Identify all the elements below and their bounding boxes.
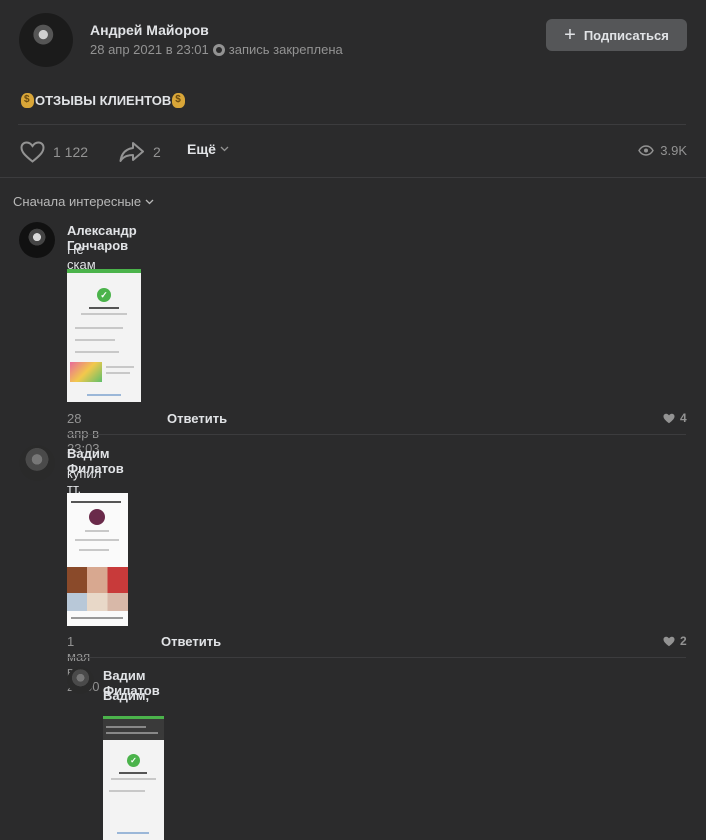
comment-image-screenshot[interactable]: ✓ <box>103 716 164 840</box>
comment-image-screenshot[interactable] <box>67 493 128 626</box>
image-line <box>85 530 109 532</box>
image-line <box>109 790 145 792</box>
views: 3.9K <box>638 143 687 158</box>
image-line <box>71 501 121 503</box>
heart-icon <box>20 141 45 163</box>
comment-avatar[interactable] <box>19 222 55 258</box>
image-line <box>106 372 130 374</box>
post-meta: 28 апр 2021 в 23:01 запись закреплена <box>90 42 343 57</box>
more-label: Ещё <box>187 141 216 157</box>
image-line <box>111 778 156 780</box>
post-text-content: ОТЗЫВЫ КЛИЕНТОВ <box>35 93 172 108</box>
plus-icon: + <box>564 24 576 46</box>
heart-icon <box>663 413 675 423</box>
image-line <box>75 327 123 329</box>
image-line <box>119 772 147 774</box>
subscribe-button[interactable]: + Подписаться <box>546 19 687 51</box>
comment-like-count: 2 <box>680 634 687 648</box>
subscribe-label: Подписаться <box>583 27 669 43</box>
money-bag-icon <box>172 93 186 108</box>
divider <box>67 434 686 435</box>
post-header: Андрей Майоров 28 апр 2021 в 23:01 запис… <box>0 0 706 70</box>
image-line <box>106 366 134 368</box>
image-line <box>75 539 119 541</box>
view-count: 3.9K <box>660 143 687 158</box>
heart-icon <box>663 636 675 646</box>
post-date[interactable]: 28 апр 2021 в 23:01 <box>90 42 209 57</box>
share-button[interactable]: 2 <box>119 141 161 163</box>
more-button[interactable]: Ещё <box>187 141 229 157</box>
comment-text: Не скам <box>67 242 96 272</box>
chevron-down-icon <box>145 199 154 204</box>
image-banner <box>70 362 102 382</box>
image-line <box>106 732 158 734</box>
like-button[interactable]: 1 122 <box>20 141 88 163</box>
sort-label: Сначала интересные <box>13 194 142 209</box>
check-icon: ✓ <box>127 754 140 767</box>
image-status-bar <box>103 716 164 719</box>
image-line <box>75 339 115 341</box>
reply-button[interactable]: Ответить <box>167 411 227 426</box>
divider <box>67 657 686 658</box>
pinned-label: запись закреплена <box>228 42 343 57</box>
image-line <box>87 394 121 396</box>
comment-like-count: 4 <box>680 411 687 425</box>
reply-button[interactable]: Ответить <box>161 634 221 649</box>
image-line <box>81 313 127 315</box>
pin-icon <box>212 43 225 56</box>
comment-like-button[interactable]: 4 <box>663 411 687 425</box>
check-icon: ✓ <box>97 288 111 302</box>
image-line <box>75 351 119 353</box>
video-grid-image <box>67 593 128 611</box>
money-bag-icon <box>21 93 34 108</box>
comment-avatar[interactable] <box>19 445 55 481</box>
image-line <box>79 549 109 551</box>
image-line <box>71 617 123 619</box>
post-text: ОТЗЫВЫ КЛИЕНТОВ <box>20 93 186 108</box>
image-header <box>103 716 164 740</box>
divider <box>0 177 706 178</box>
share-count: 2 <box>153 144 161 160</box>
image-line <box>117 832 149 834</box>
comments-sort[interactable]: Сначала интересные <box>13 194 154 209</box>
chevron-down-icon <box>220 146 229 152</box>
comment-avatar[interactable] <box>67 667 94 694</box>
post-actions: 1 122 2 Ещё 3.9K <box>0 136 706 166</box>
image-line <box>89 307 119 309</box>
comment-text: Вадим, <box>103 688 150 703</box>
like-count: 1 122 <box>53 144 89 160</box>
author-avatar[interactable] <box>19 13 73 67</box>
eye-icon <box>638 145 655 156</box>
image-line <box>106 726 146 728</box>
author-name[interactable]: Андрей Майоров <box>90 22 209 38</box>
divider <box>18 124 686 125</box>
comment-image-screenshot[interactable]: ✓ <box>67 269 141 402</box>
comment-like-button[interactable]: 2 <box>663 634 687 648</box>
share-icon <box>119 142 144 162</box>
image-status-bar <box>67 269 141 273</box>
profile-avatar-image <box>89 509 105 525</box>
